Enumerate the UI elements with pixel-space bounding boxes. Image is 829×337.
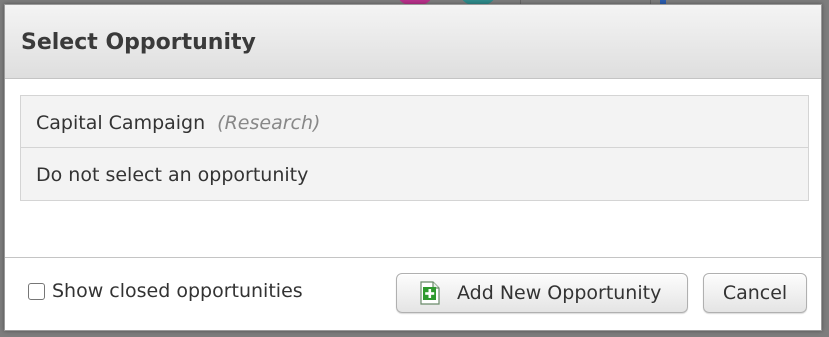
opportunity-option-capital-campaign[interactable]: Capital Campaign (Research)	[21, 96, 808, 148]
cancel-label: Cancel	[722, 282, 788, 304]
opportunity-option-none[interactable]: Do not select an opportunity	[21, 148, 808, 200]
document-add-icon	[420, 281, 440, 305]
opportunity-list: Capital Campaign (Research) Do not select…	[20, 95, 809, 201]
add-new-opportunity-button[interactable]: Add New Opportunity	[396, 273, 688, 313]
option-name: Do not select an opportunity	[36, 164, 309, 186]
show-closed-checkbox[interactable]	[28, 282, 45, 300]
add-new-opportunity-label: Add New Opportunity	[457, 282, 662, 304]
dialog-header: Select Opportunity	[5, 5, 821, 79]
show-closed-toggle[interactable]: Show closed opportunities	[28, 280, 303, 302]
option-status: (Research)	[217, 112, 321, 134]
dialog-footer: Show closed opportunities Add New Opport…	[5, 257, 821, 330]
option-label: Do not select an opportunity	[36, 164, 308, 186]
show-closed-label: Show closed opportunities	[52, 280, 303, 302]
select-opportunity-dialog: Select Opportunity Capital Campaign (Rese…	[4, 4, 822, 331]
dialog-title: Select Opportunity	[21, 30, 256, 55]
option-name: Capital Campaign	[36, 112, 206, 134]
cancel-button[interactable]: Cancel	[703, 273, 807, 313]
option-label: Capital Campaign (Research)	[36, 112, 320, 134]
